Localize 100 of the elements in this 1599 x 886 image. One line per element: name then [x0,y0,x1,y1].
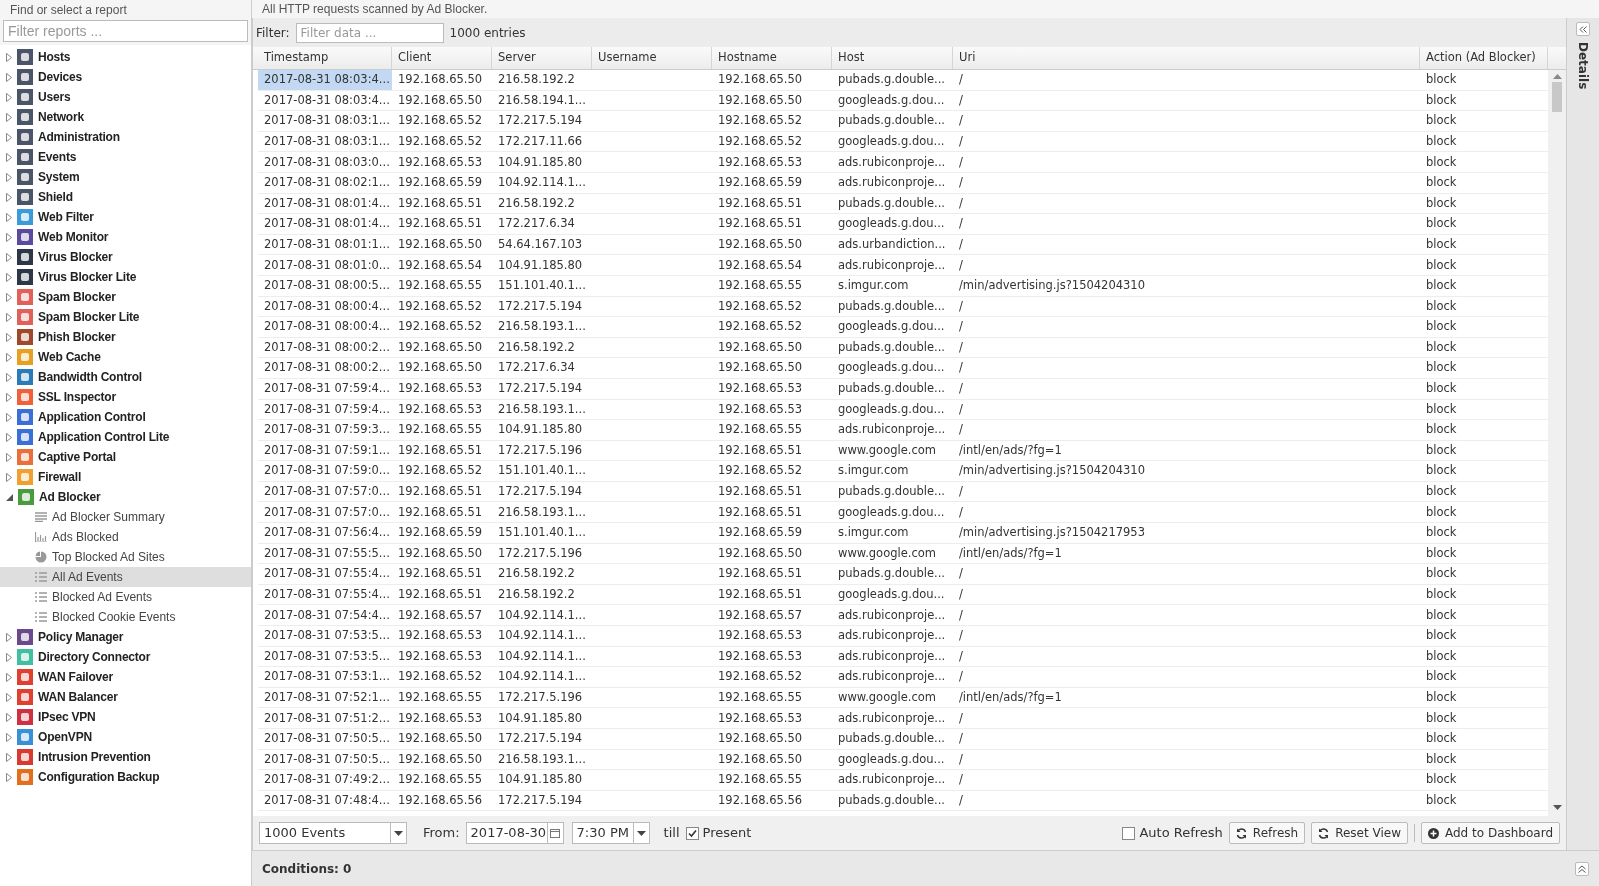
expand-arrow-icon[interactable] [6,112,12,122]
table-cell-text: / [958,112,964,130]
events-limit-dropdown[interactable]: 1000 Events [259,822,407,844]
expand-arrow-icon[interactable] [6,292,12,302]
tree-item[interactable]: Bandwidth Control [0,367,251,387]
scrollbar[interactable] [1548,70,1566,816]
expand-arrow-icon[interactable] [6,372,12,382]
table-cell-text: block [1425,71,1458,89]
expand-arrow-icon[interactable] [6,212,12,222]
column-header[interactable]: Server [492,47,592,69]
expand-arrow-icon[interactable] [6,632,12,642]
expand-arrow-icon[interactable] [6,172,12,182]
expand-arrow-icon[interactable] [6,472,12,482]
expand-arrow-icon[interactable] [6,412,12,422]
report-item[interactable]: All Ad Events [0,567,251,587]
tree-item[interactable]: Directory Connector [0,647,251,667]
filter-data-field[interactable]: Filter data ... [295,22,444,43]
tree-item[interactable]: Administration [0,127,251,147]
tree-item[interactable]: Virus Blocker Lite [0,267,251,287]
tree-item[interactable]: Spam Blocker Lite [0,307,251,327]
expand-arrow-icon[interactable] [6,432,12,442]
expand-arrow-icon[interactable] [6,452,12,462]
expand-arrow-icon[interactable] [6,52,12,62]
table-cell-text: pubads.g.double... [837,565,946,583]
toolbar-button[interactable]: Refresh [1228,822,1306,844]
expand-arrow-icon[interactable] [6,652,12,662]
tree-item[interactable]: Hosts [0,47,251,67]
tree-item[interactable]: Devices [0,67,251,87]
column-header[interactable]: Client [392,47,492,69]
table-cell-text: block [1425,338,1458,356]
column-header[interactable]: Timestamp [258,47,392,69]
scrollbar-thumb[interactable] [1552,82,1562,112]
toolbar-button[interactable]: Reset View [1311,822,1408,844]
report-item[interactable]: Blocked Ad Events [0,587,251,607]
time-dropdown[interactable]: 7:30 PM [571,822,650,844]
column-header[interactable]: Host [832,47,953,69]
tree-item[interactable]: Phish Blocker [0,327,251,347]
report-item[interactable]: Top Blocked Ad Sites [0,547,251,567]
auto-refresh-checkbox[interactable] [1122,826,1136,840]
expand-arrow-icon[interactable] [6,752,12,762]
tree-item[interactable]: Users [0,87,251,107]
collapse-arrow-icon[interactable] [6,493,13,501]
scroll-up-icon[interactable] [1552,74,1562,79]
toolbar-button[interactable]: Add to Dashboard [1421,822,1560,844]
expand-arrow-icon[interactable] [6,92,12,102]
expand-arrow-icon[interactable] [6,152,12,162]
tree-item[interactable]: Policy Manager [0,627,251,647]
tree-item[interactable]: Application Control [0,407,251,427]
expand-arrow-icon[interactable] [6,692,12,702]
table-cell-text: / [958,586,964,603]
report-item[interactable]: Ad Blocker Summary [0,507,251,527]
column-header[interactable]: Hostname [712,47,832,69]
date-field[interactable]: 2017-08-30 [465,822,564,844]
tree-item[interactable]: Captive Portal [0,447,251,467]
tree-item[interactable]: IPsec VPN [0,707,251,727]
expand-arrow-icon[interactable] [6,272,12,282]
tree-item[interactable]: Events [0,147,251,167]
column-header[interactable]: Uri [953,47,1420,69]
expand-arrow-icon[interactable] [6,252,12,262]
tree-item[interactable]: Configuration Backup [0,767,251,787]
expand-arrow-icon[interactable] [6,192,12,202]
present-checkbox[interactable] [685,826,699,840]
table-cell-text: pubads.g.double... [837,483,946,501]
calendar-icon [550,828,561,838]
column-header[interactable]: Action (Ad Blocker) [1420,47,1548,69]
filter-reports-field[interactable]: Filter reports ... [3,20,248,42]
tree-item[interactable]: WAN Balancer [0,687,251,707]
tree-item[interactable]: Intrusion Prevention [0,747,251,767]
tree-item[interactable]: Spam Blocker [0,287,251,307]
expand-arrow-icon[interactable] [6,772,12,782]
tree-item[interactable]: Web Cache [0,347,251,367]
tree-item[interactable]: SSL Inspector [0,387,251,407]
report-item[interactable]: Blocked Cookie Events [0,607,251,627]
expand-arrow-icon[interactable] [6,332,12,342]
expand-arrow-icon[interactable] [6,712,12,722]
table-cell-text: 2017-08-31 07:57:0... [263,503,391,521]
expand-details-button[interactable] [1576,22,1590,36]
expand-arrow-icon[interactable] [6,232,12,242]
tree-item[interactable]: System [0,167,251,187]
tree-item[interactable]: Shield [0,187,251,207]
tree-item[interactable]: Firewall [0,467,251,487]
tree-item[interactable]: Network [0,107,251,127]
expand-arrow-icon[interactable] [6,672,12,682]
tree-item[interactable]: Ad Blocker [0,487,251,507]
expand-arrow-icon[interactable] [6,132,12,142]
tree-item[interactable]: Application Control Lite [0,427,251,447]
expand-arrow-icon[interactable] [6,72,12,82]
expand-arrow-icon[interactable] [6,352,12,362]
expand-arrow-icon[interactable] [6,312,12,322]
expand-arrow-icon[interactable] [6,732,12,742]
tree-item[interactable]: Web Monitor [0,227,251,247]
column-header[interactable]: Username [592,47,712,69]
scroll-down-icon[interactable] [1552,805,1562,810]
tree-item[interactable]: WAN Failover [0,667,251,687]
expand-conditions-button[interactable] [1575,861,1589,876]
tree-item[interactable]: Virus Blocker [0,247,251,267]
tree-item[interactable]: OpenVPN [0,727,251,747]
tree-item[interactable]: Web Filter [0,207,251,227]
expand-arrow-icon[interactable] [6,392,12,402]
report-item[interactable]: Ads Blocked [0,527,251,547]
